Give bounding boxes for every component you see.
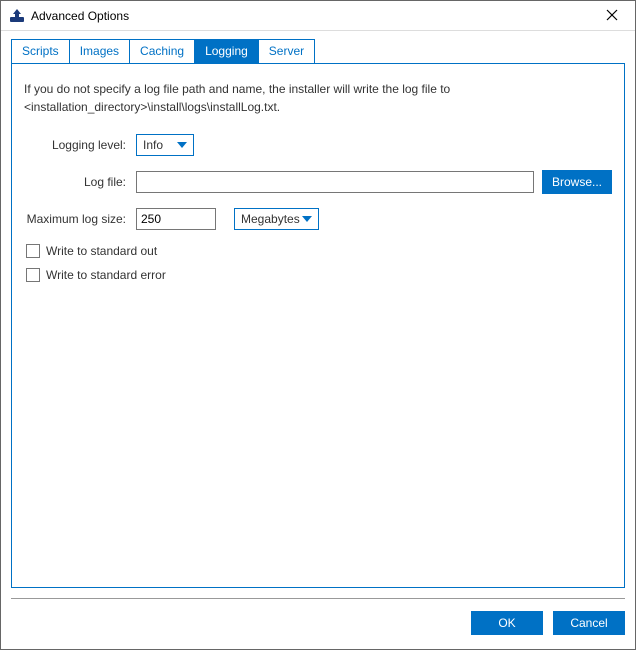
max-log-size-unit-value: Megabytes xyxy=(241,212,300,226)
logging-panel: If you do not specify a log file path an… xyxy=(11,63,625,588)
logging-level-label: Logging level: xyxy=(24,138,136,152)
footer-separator xyxy=(11,598,625,599)
tab-caching[interactable]: Caching xyxy=(129,39,195,63)
logging-level-row: Logging level: Info xyxy=(24,134,612,156)
window-title: Advanced Options xyxy=(31,9,597,23)
log-file-row: Log file: Browse... xyxy=(24,170,612,194)
tab-logging[interactable]: Logging xyxy=(194,39,259,63)
tab-server[interactable]: Server xyxy=(258,39,315,63)
max-log-size-label: Maximum log size: xyxy=(24,212,136,226)
cancel-button[interactable]: Cancel xyxy=(553,611,625,635)
logging-level-select[interactable]: Info xyxy=(136,134,194,156)
ok-button[interactable]: OK xyxy=(471,611,543,635)
stdout-row: Write to standard out xyxy=(24,244,612,258)
chevron-down-icon xyxy=(302,216,312,222)
app-icon xyxy=(9,8,25,24)
tab-bar: Scripts Images Caching Logging Server xyxy=(11,39,625,63)
close-button[interactable] xyxy=(597,8,627,24)
chevron-down-icon xyxy=(177,142,187,148)
titlebar: Advanced Options xyxy=(1,1,635,31)
stdout-checkbox[interactable] xyxy=(26,244,40,258)
tab-scripts[interactable]: Scripts xyxy=(11,39,70,63)
logging-level-value: Info xyxy=(143,138,163,152)
content-area: Scripts Images Caching Logging Server If… xyxy=(1,31,635,649)
advanced-options-window: Advanced Options Scripts Images Caching … xyxy=(0,0,636,650)
logging-description: If you do not specify a log file path an… xyxy=(24,80,612,116)
log-file-input[interactable] xyxy=(136,171,534,193)
close-icon xyxy=(606,9,618,21)
stderr-label: Write to standard error xyxy=(46,268,166,282)
log-file-label: Log file: xyxy=(24,175,136,189)
stdout-label: Write to standard out xyxy=(46,244,157,258)
browse-button[interactable]: Browse... xyxy=(542,170,612,194)
stderr-checkbox[interactable] xyxy=(26,268,40,282)
max-log-size-unit-select[interactable]: Megabytes xyxy=(234,208,319,230)
max-log-size-input[interactable] xyxy=(136,208,216,230)
tab-images[interactable]: Images xyxy=(69,39,130,63)
stderr-row: Write to standard error xyxy=(24,268,612,282)
max-log-size-row: Maximum log size: Megabytes xyxy=(24,208,612,230)
footer-buttons: OK Cancel xyxy=(11,611,625,639)
